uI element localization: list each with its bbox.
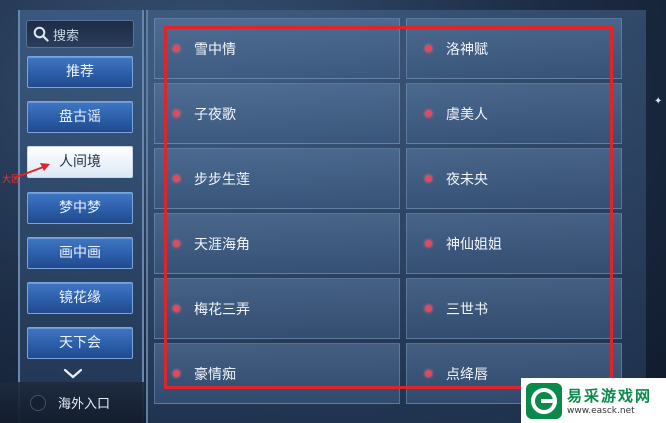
- search-placeholder: 搜索: [53, 28, 80, 44]
- overseas-entry-button[interactable]: 海外入口: [0, 382, 150, 423]
- watermark: 易采游戏网 www.easck.net: [521, 378, 666, 423]
- sparkle-icon: ✦: [654, 96, 663, 107]
- watermark-url: www.easck.net: [567, 406, 635, 416]
- sidebar-item-jinghuayuan[interactable]: 镜花缘: [27, 282, 133, 314]
- highlight-box: [164, 26, 613, 389]
- watermark-title: 易采游戏网: [567, 387, 653, 405]
- search-box[interactable]: 搜索: [26, 20, 134, 48]
- sidebar-item-huazhonghua[interactable]: 画中画: [27, 237, 133, 269]
- arrow-annotation-icon: [13, 163, 50, 179]
- sidebar-item-recommend[interactable]: 推荐: [27, 56, 133, 88]
- search-icon: [33, 26, 49, 42]
- chevron-down-icon[interactable]: [62, 368, 84, 380]
- radio-icon: [30, 394, 46, 411]
- sidebar-item-panguyao[interactable]: 盘古谣: [27, 101, 133, 133]
- brand-logo-icon: [526, 382, 562, 419]
- overseas-entry-label: 海外入口: [58, 397, 111, 412]
- sidebar-item-tianxiahui[interactable]: 天下会: [27, 327, 133, 359]
- sidebar-item-mengzhongmeng[interactable]: 梦中梦: [27, 192, 133, 224]
- game-screen: 搜索 推荐 盘古谣 人间境 梦中梦 画中画 镜花缘 天下会 海外入口 大区 雪中…: [0, 0, 666, 423]
